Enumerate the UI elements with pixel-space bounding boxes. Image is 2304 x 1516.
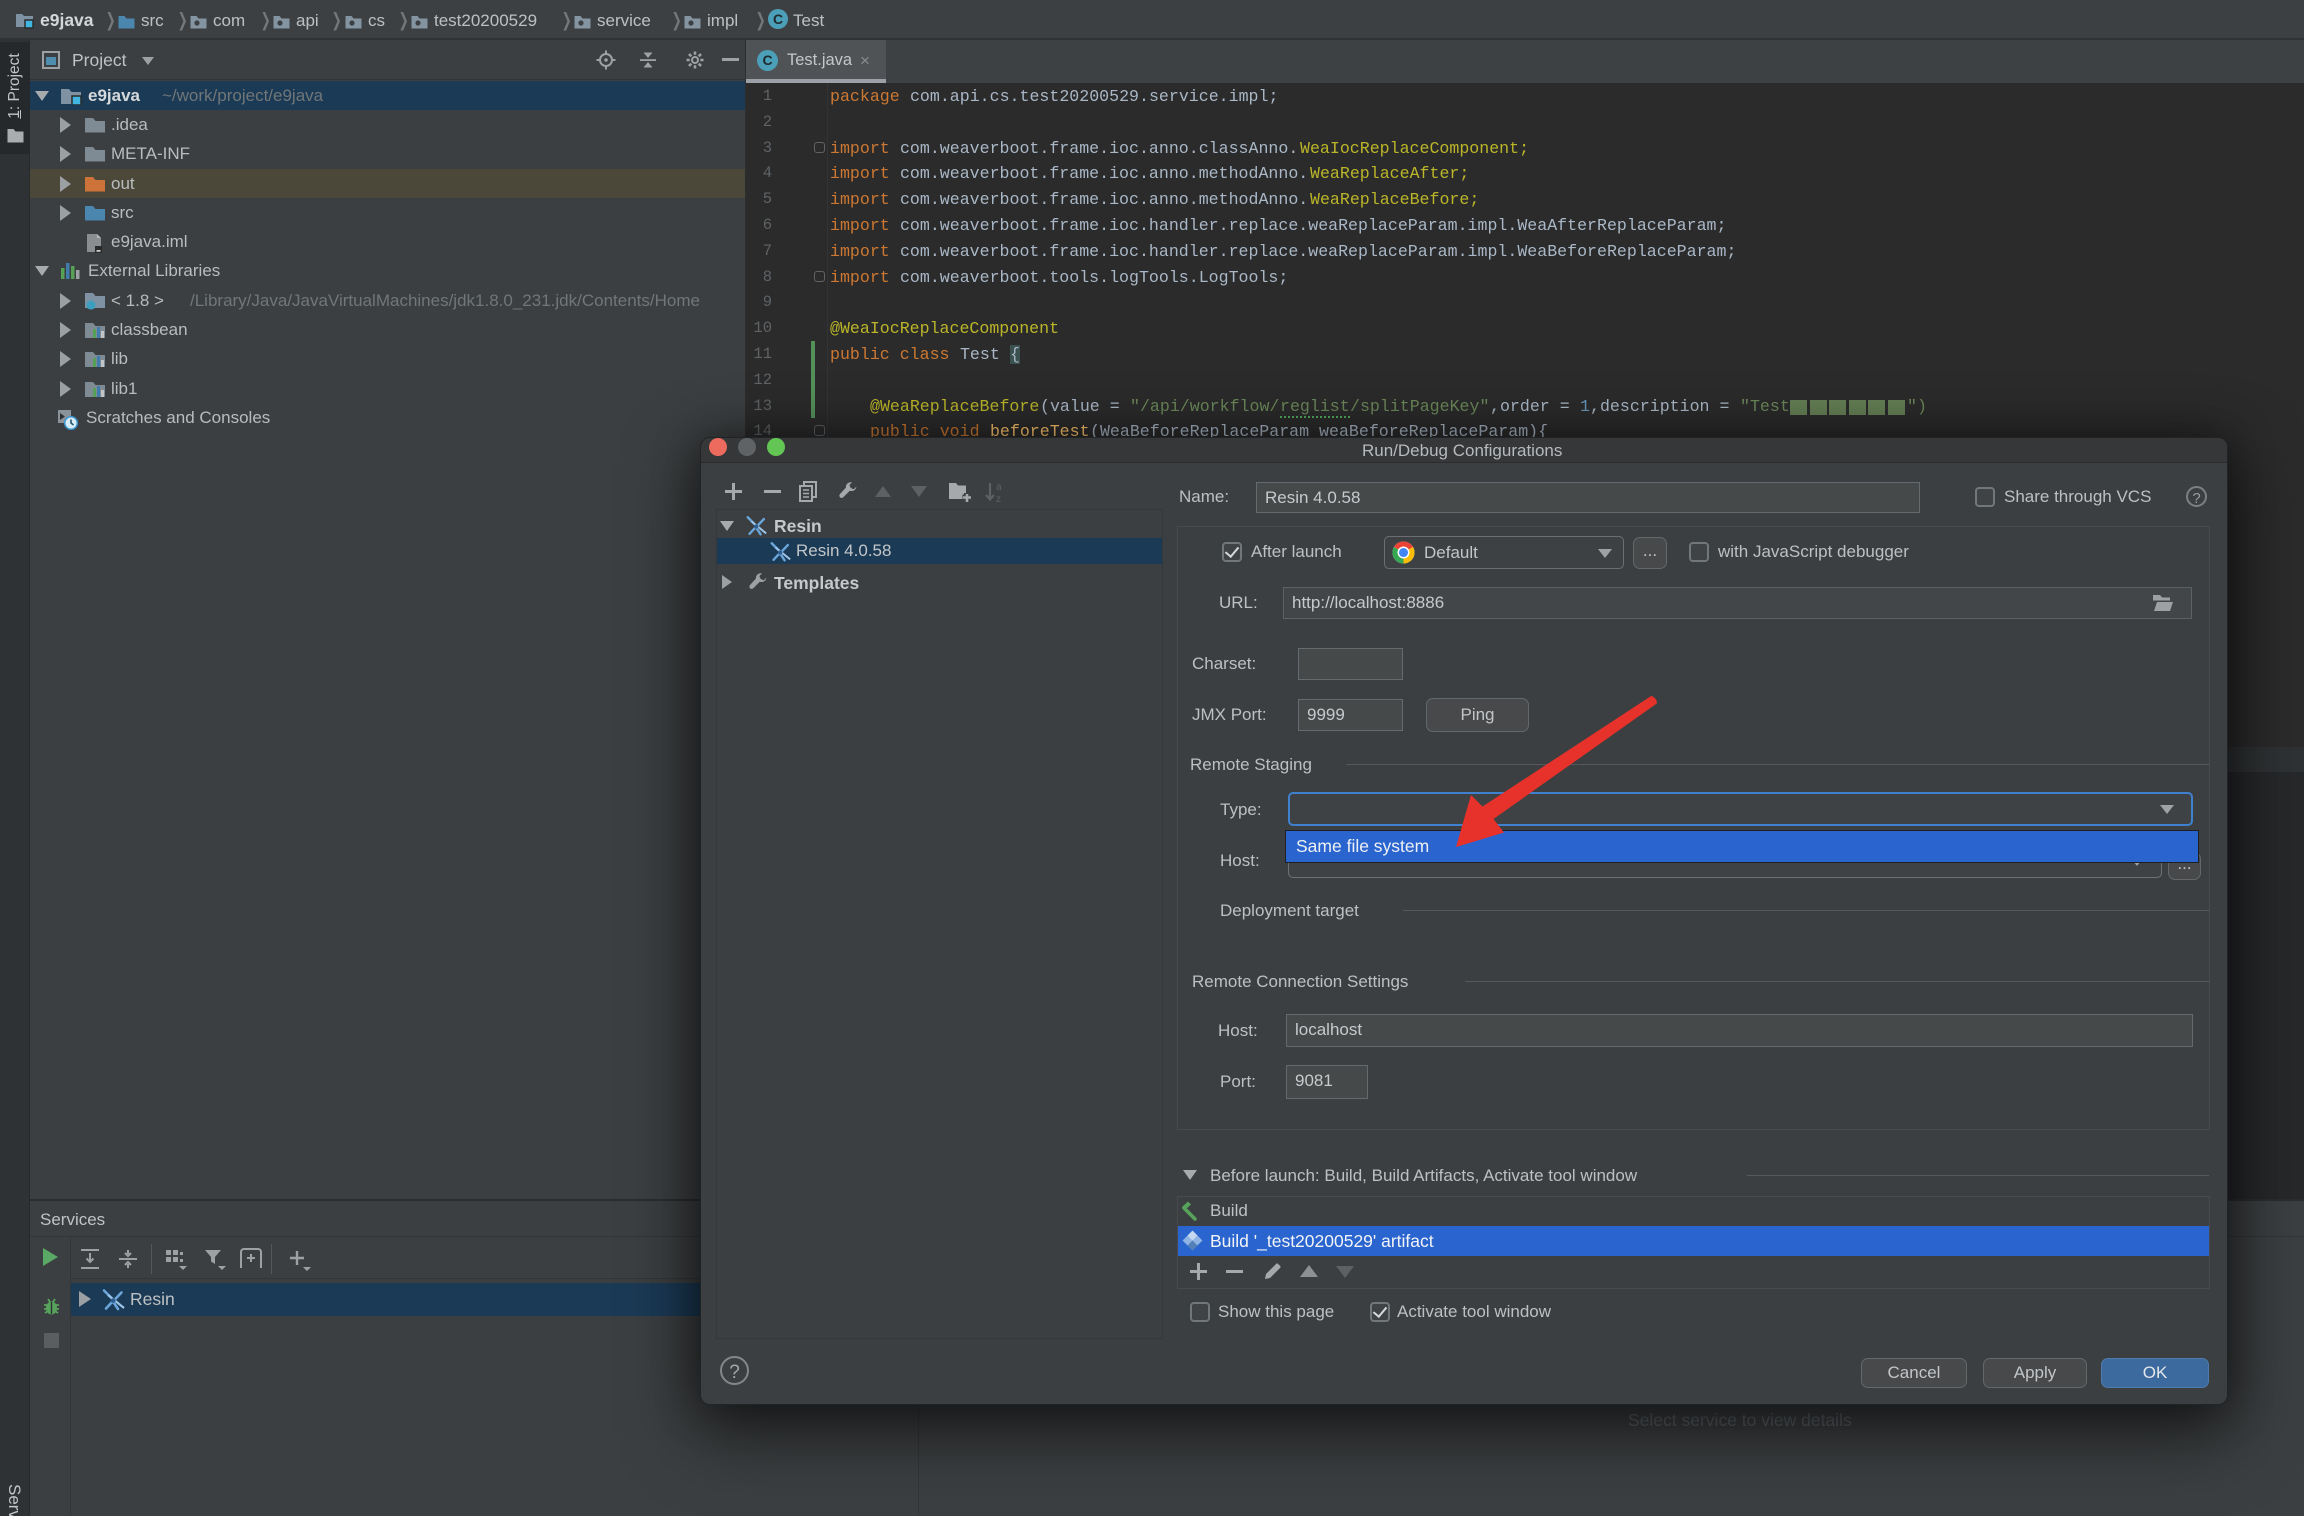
svg-text:z: z xyxy=(996,494,1001,505)
svg-text:a: a xyxy=(996,482,1002,493)
